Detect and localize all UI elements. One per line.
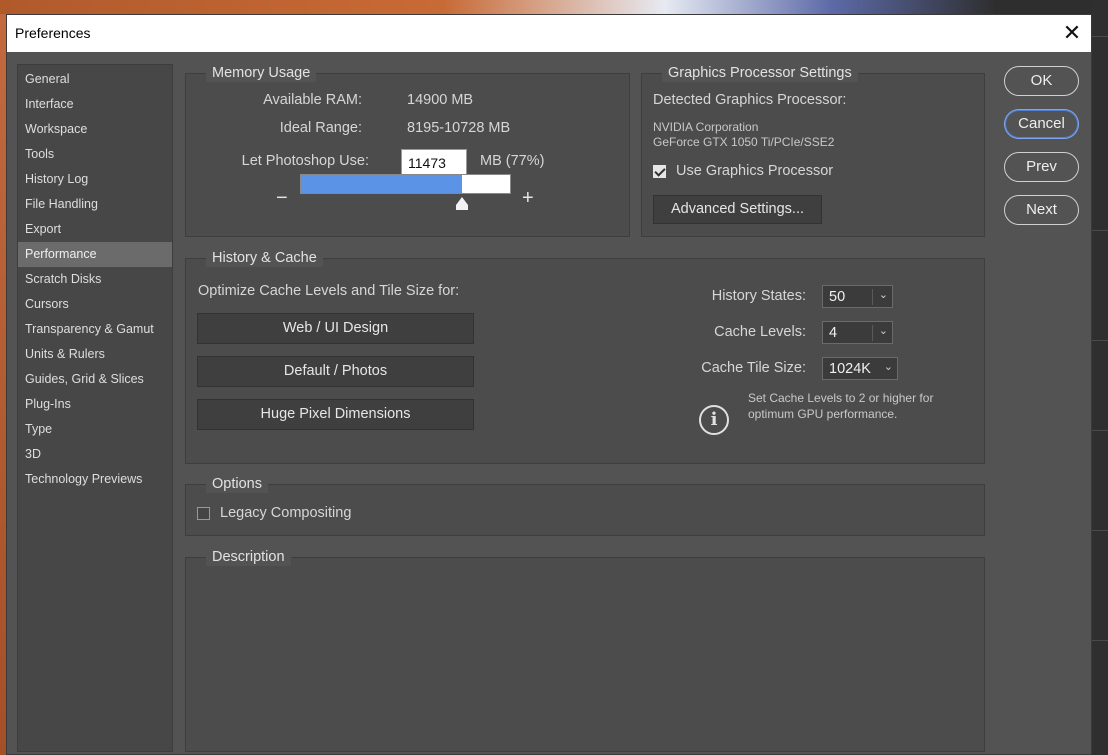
close-icon[interactable]: ✕ — [1059, 20, 1085, 46]
legacy-compositing-label[interactable]: Legacy Compositing — [220, 505, 351, 521]
legacy-compositing-checkbox[interactable] — [197, 507, 210, 520]
increase-memory-button[interactable]: + — [522, 188, 534, 208]
available-ram-label: Available RAM: — [263, 92, 362, 108]
huge-pixel-dimensions-button[interactable]: Huge Pixel Dimensions — [197, 399, 474, 430]
ok-button[interactable]: OK — [1004, 66, 1079, 96]
options-legend: Options — [206, 475, 268, 493]
sidebar-item-history-log[interactable]: History Log — [18, 167, 172, 192]
chevron-down-icon: ⌄ — [878, 289, 888, 301]
web-ui-design-label: Web / UI Design — [282, 320, 389, 336]
sidebar-item-export[interactable]: Export — [18, 217, 172, 242]
memory-usage-legend: Memory Usage — [206, 64, 317, 82]
huge-pixel-dimensions-label: Huge Pixel Dimensions — [260, 406, 411, 422]
window-title: Preferences — [15, 25, 91, 41]
description-group: Description — [185, 548, 985, 752]
photoshop-use-unit: MB (77%) — [480, 153, 545, 169]
sidebar-item-technology-previews[interactable]: Technology Previews — [18, 467, 172, 492]
background-panels-edge — [1092, 0, 1108, 755]
memory-slider-fill — [301, 175, 462, 193]
cache-tile-size-value: 1024K — [829, 361, 871, 377]
sidebar-item-units-rulers[interactable]: Units & Rulers — [18, 342, 172, 367]
memory-slider-thumb-base — [456, 205, 468, 210]
available-ram-value: 14900 MB — [407, 92, 474, 108]
photoshop-use-label: Let Photoshop Use: — [241, 153, 369, 169]
next-button[interactable]: Next — [1004, 195, 1079, 225]
chevron-down-icon: ⌄ — [878, 325, 888, 337]
sidebar-item-cursors[interactable]: Cursors — [18, 292, 172, 317]
cache-tile-size-select[interactable]: 1024K ⌄ — [822, 357, 898, 380]
sidebar-item-workspace[interactable]: Workspace — [18, 117, 172, 142]
sidebar-item-scratch-disks[interactable]: Scratch Disks — [18, 267, 172, 292]
cache-levels-select[interactable]: 4 ⌄ — [822, 321, 893, 344]
ideal-range-value: 8195-10728 MB — [407, 120, 511, 136]
sidebar-item-transparency-gamut[interactable]: Transparency & Gamut — [18, 317, 172, 342]
sidebar-item-tools[interactable]: Tools — [18, 142, 172, 167]
sidebar-item-performance[interactable]: Performance — [18, 242, 172, 267]
history-states-select[interactable]: 50 ⌄ — [822, 285, 893, 308]
advanced-settings-label: Advanced Settings... — [671, 201, 804, 217]
cache-tile-size-label: Cache Tile Size: — [701, 360, 806, 376]
default-photos-button[interactable]: Default / Photos — [197, 356, 474, 387]
history-states-value: 50 — [829, 289, 846, 305]
sidebar-item-interface[interactable]: Interface — [18, 92, 172, 117]
cancel-button[interactable]: Cancel — [1004, 109, 1079, 139]
cache-levels-label: Cache Levels: — [714, 324, 806, 340]
title-bar: Preferences ✕ — [7, 15, 1091, 52]
sidebar-item-guides-grid-slices[interactable]: Guides, Grid & Slices — [18, 367, 172, 392]
prev-button[interactable]: Prev — [1004, 152, 1079, 182]
cache-levels-value: 4 — [829, 325, 838, 341]
optimize-cache-label: Optimize Cache Levels and Tile Size for: — [198, 283, 460, 299]
history-cache-legend: History & Cache — [206, 249, 323, 267]
advanced-settings-button[interactable]: Advanced Settings... — [653, 195, 822, 224]
preferences-sidebar: General Interface Workspace Tools History Lo… — [17, 64, 173, 752]
photoshop-use-input[interactable] — [401, 149, 467, 176]
history-states-label: History States: — [711, 288, 806, 304]
gpu-model: GeForce GTX 1050 Ti/PCIe/SSE2 — [653, 135, 835, 149]
background-app-strip — [0, 0, 1108, 14]
detected-gpu-label: Detected Graphics Processor: — [653, 92, 847, 108]
sidebar-item-plug-ins[interactable]: Plug-Ins — [18, 392, 172, 417]
description-legend: Description — [206, 548, 291, 566]
preferences-dialog: Preferences ✕ General Interface Workspace T… — [6, 14, 1092, 755]
gpu-cache-tip-line2: optimum GPU performance. — [748, 407, 898, 421]
ideal-range-label: Ideal Range: — [279, 120, 362, 136]
decrease-memory-button[interactable]: − — [276, 188, 288, 208]
use-gpu-label[interactable]: Use Graphics Processor — [676, 163, 833, 179]
sidebar-item-file-handling[interactable]: File Handling — [18, 192, 172, 217]
sidebar-item-type[interactable]: Type — [18, 417, 172, 442]
chevron-down-icon: ⌄ — [883, 361, 893, 373]
sidebar-item-general[interactable]: General — [18, 67, 172, 92]
web-ui-design-button[interactable]: Web / UI Design — [197, 313, 474, 344]
gpu-vendor: NVIDIA Corporation — [653, 120, 759, 134]
gpu-settings-legend: Graphics Processor Settings — [662, 64, 858, 82]
memory-slider-track[interactable] — [300, 174, 511, 194]
gpu-cache-tip-line1: Set Cache Levels to 2 or higher for — [748, 391, 934, 405]
info-icon: i — [699, 405, 729, 435]
sidebar-item-3d[interactable]: 3D — [18, 442, 172, 467]
memory-slider-thumb[interactable] — [456, 197, 468, 205]
use-gpu-checkbox[interactable] — [653, 165, 666, 178]
default-photos-label: Default / Photos — [283, 363, 388, 379]
